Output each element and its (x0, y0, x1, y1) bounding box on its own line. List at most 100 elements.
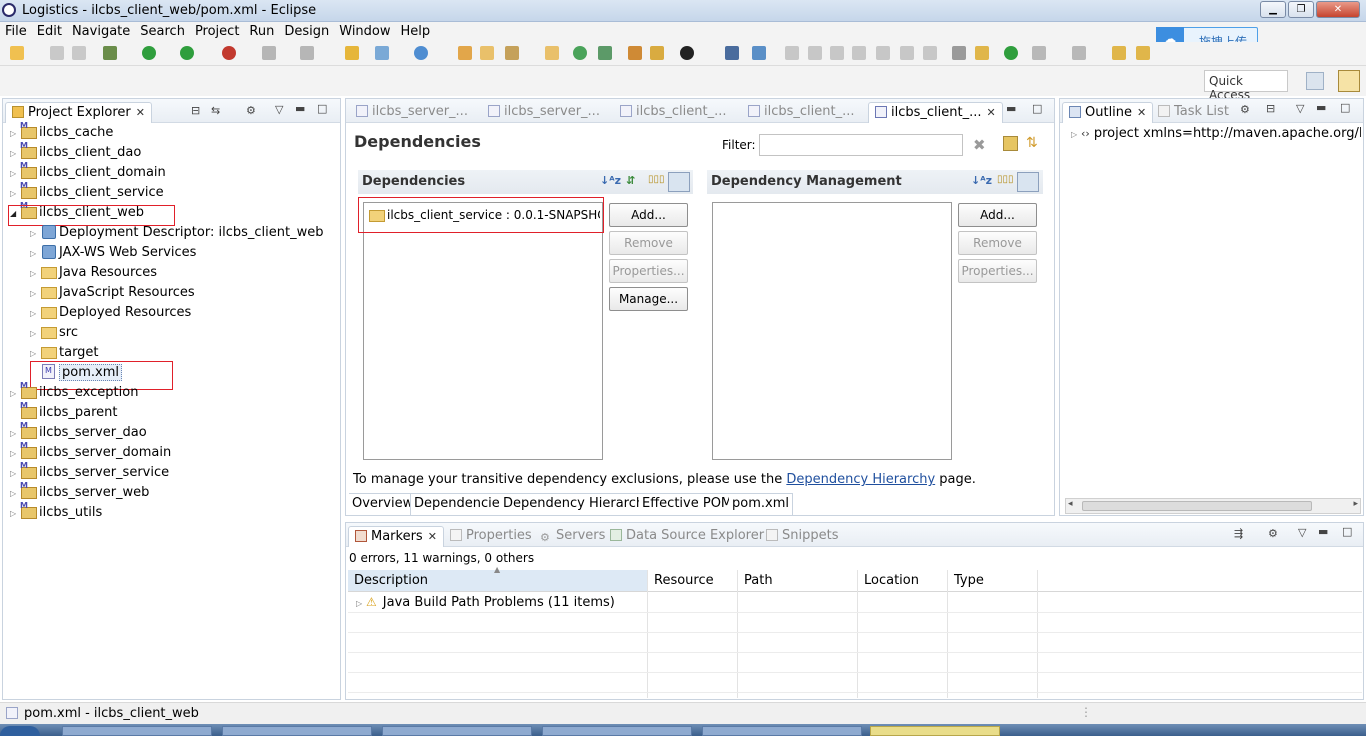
expand-arrow-icon[interactable]: ▷ (30, 269, 40, 278)
link-with-editor-icon[interactable]: ⇆ (211, 104, 220, 117)
open-folder-icon[interactable] (480, 46, 494, 60)
close-icon[interactable]: ✕ (428, 530, 437, 543)
expand-arrow-icon[interactable]: ▷ (10, 429, 20, 438)
close-icon[interactable]: ✕ (136, 106, 145, 119)
web-browser-icon[interactable] (573, 46, 587, 60)
tree-item-ilcbs-exception[interactable]: ▷ ilcbs_exception (10, 381, 138, 400)
menu-run[interactable]: Run (244, 22, 279, 41)
open-type-icon[interactable] (458, 46, 472, 60)
outline-item[interactable]: ▷ ‹› project xmlns=http://maven.apache.org… (1071, 126, 1361, 141)
tab-servers[interactable]: ⚙ Servers (534, 526, 611, 547)
new-java-project-icon[interactable] (345, 46, 359, 60)
expand-arrow-icon[interactable]: ▷ (1071, 130, 1081, 139)
editor-tab-5-active[interactable]: ilcbs_client_... ✕ (868, 102, 1003, 123)
next-annotation-icon[interactable] (1032, 46, 1046, 60)
scrollbar-thumb[interactable] (1082, 501, 1312, 511)
tree-item-jax-ws[interactable]: ▷ JAX-WS Web Services (30, 244, 196, 260)
new-package-icon[interactable] (375, 46, 389, 60)
tree-item-ilcbs-client-service[interactable]: ▷ ilcbs_client_service (10, 181, 164, 200)
tree-item-ilcbs-server-web[interactable]: ▷ ilcbs_server_web (10, 481, 149, 500)
quick-access-input[interactable]: Quick Access (1204, 70, 1288, 102)
minimize-view-icon[interactable]: ▬ (1316, 101, 1326, 114)
suspend-icon[interactable] (808, 46, 822, 60)
menu-search[interactable]: Search (135, 22, 190, 41)
tree-item-deployed-resources[interactable]: ▷ Deployed Resources (30, 304, 191, 320)
hierarchy-icon[interactable]: ⇵ (626, 174, 635, 187)
save-icon[interactable] (50, 46, 64, 60)
close-icon[interactable]: ✕ (987, 106, 996, 119)
filter-toggle-icon[interactable] (1017, 172, 1039, 192)
dm-remove-button[interactable]: Remove (958, 231, 1037, 255)
sort-icon[interactable]: ↓ᴬz (600, 174, 621, 187)
restore-button[interactable]: ❐ (1288, 1, 1314, 18)
view-menu-icon[interactable]: ⚙ (1240, 103, 1250, 116)
filter-input[interactable] (759, 134, 963, 156)
tab-properties[interactable]: Properties (444, 526, 538, 547)
dependency-hierarchy-link[interactable]: Dependency Hierarchy (786, 472, 935, 487)
run-coverage-icon[interactable] (180, 46, 194, 60)
perspective-icon[interactable] (598, 46, 612, 60)
toggle-block-icon[interactable] (952, 46, 966, 60)
step-over-icon[interactable] (900, 46, 914, 60)
tab-outline[interactable]: Outline ✕ (1062, 102, 1154, 123)
collapse-all-icon[interactable]: ⊟ (1266, 102, 1275, 115)
task-icon[interactable] (650, 46, 664, 60)
console-icon[interactable] (725, 46, 739, 60)
editor-tab-3[interactable]: ilcbs_client_... (614, 102, 733, 123)
dependency-management-list[interactable] (712, 202, 952, 460)
step-return-icon[interactable] (923, 46, 937, 60)
filter-icon[interactable]: ⇶ (1234, 527, 1243, 540)
tree-item-javascript-resources[interactable]: ▷ JavaScript Resources (30, 284, 195, 300)
user-icon[interactable] (680, 46, 694, 60)
tree-item-target[interactable]: ▷ target (30, 344, 99, 360)
stop-server-icon[interactable] (262, 46, 276, 60)
refresh-icon[interactable]: ⇅ (1026, 136, 1041, 151)
tab-project-explorer[interactable]: Project Explorer ✕ (5, 102, 152, 123)
expand-arrow-icon[interactable]: ▷ (30, 249, 40, 258)
tree-item-ilcbs-client-domain[interactable]: ▷ ilcbs_client_domain (10, 161, 166, 180)
scroll-left-icon[interactable]: ◂ (1068, 499, 1073, 509)
page-tab-dependencies[interactable]: Dependencies (410, 493, 511, 515)
show-groupid-icon[interactable]: ▯▯▯ (997, 174, 1014, 185)
taskbar-app[interactable] (542, 726, 692, 736)
tree-item-ilcbs-client-dao[interactable]: ▷ ilcbs_client_dao (10, 141, 141, 160)
sort-icon[interactable]: ↓ᴬz (971, 174, 992, 187)
new-icon[interactable] (10, 46, 24, 60)
skip-breakpoints-icon[interactable] (1004, 46, 1018, 60)
pin-icon[interactable] (752, 46, 766, 60)
tab-snippets[interactable]: Snippets (760, 526, 844, 547)
expand-arrow-icon[interactable]: ▷ (10, 449, 20, 458)
terminate-icon[interactable] (830, 46, 844, 60)
column-location[interactable]: Location (864, 573, 919, 588)
expand-arrow-icon[interactable]: ▷ (10, 489, 20, 498)
column-resource[interactable]: Resource (654, 573, 714, 588)
menu-file[interactable]: File (0, 22, 32, 41)
menu-project[interactable]: Project (190, 22, 244, 41)
run-icon[interactable] (142, 46, 156, 60)
column-type[interactable]: Type (954, 573, 984, 588)
publish-icon[interactable] (300, 46, 314, 60)
tab-task-list[interactable]: Task List (1152, 102, 1235, 123)
open-perspective-icon[interactable] (1306, 72, 1324, 90)
minimize-view-icon[interactable]: ▬ (1006, 102, 1016, 115)
dependencies-remove-button[interactable]: Remove (609, 231, 688, 255)
tab-markers[interactable]: Markers ✕ (348, 526, 444, 547)
expand-arrow-icon[interactable]: ▷ (356, 599, 366, 608)
expand-arrow-icon[interactable]: ▷ (10, 389, 20, 398)
menu-window[interactable]: Window (334, 22, 395, 41)
expand-arrow-icon[interactable]: ▷ (10, 129, 20, 138)
chevron-down-icon[interactable]: ▽ (275, 103, 283, 116)
last-edit-icon[interactable] (1112, 46, 1126, 60)
java-ee-perspective-icon[interactable] (1338, 70, 1360, 92)
chevron-down-icon[interactable]: ▽ (1296, 102, 1304, 115)
view-menu-icon[interactable]: ⚙ (1268, 527, 1278, 540)
maximize-view-icon[interactable]: □ (317, 102, 327, 115)
dependencies-add-button[interactable]: Add... (609, 203, 688, 227)
tree-item-ilcbs-server-dao[interactable]: ▷ ilcbs_server_dao (10, 421, 147, 440)
table-row[interactable]: ▷ ⚠ Java Build Path Problems (11 items) (356, 595, 615, 610)
expand-arrow-icon[interactable]: ▷ (30, 289, 40, 298)
pom-properties-icon[interactable] (1003, 136, 1018, 151)
dependencies-list[interactable]: ilcbs_client_service : 0.0.1-SNAPSHOT (363, 202, 603, 460)
taskbar-app[interactable] (702, 726, 862, 736)
expand-arrow-icon[interactable]: ▷ (30, 309, 40, 318)
